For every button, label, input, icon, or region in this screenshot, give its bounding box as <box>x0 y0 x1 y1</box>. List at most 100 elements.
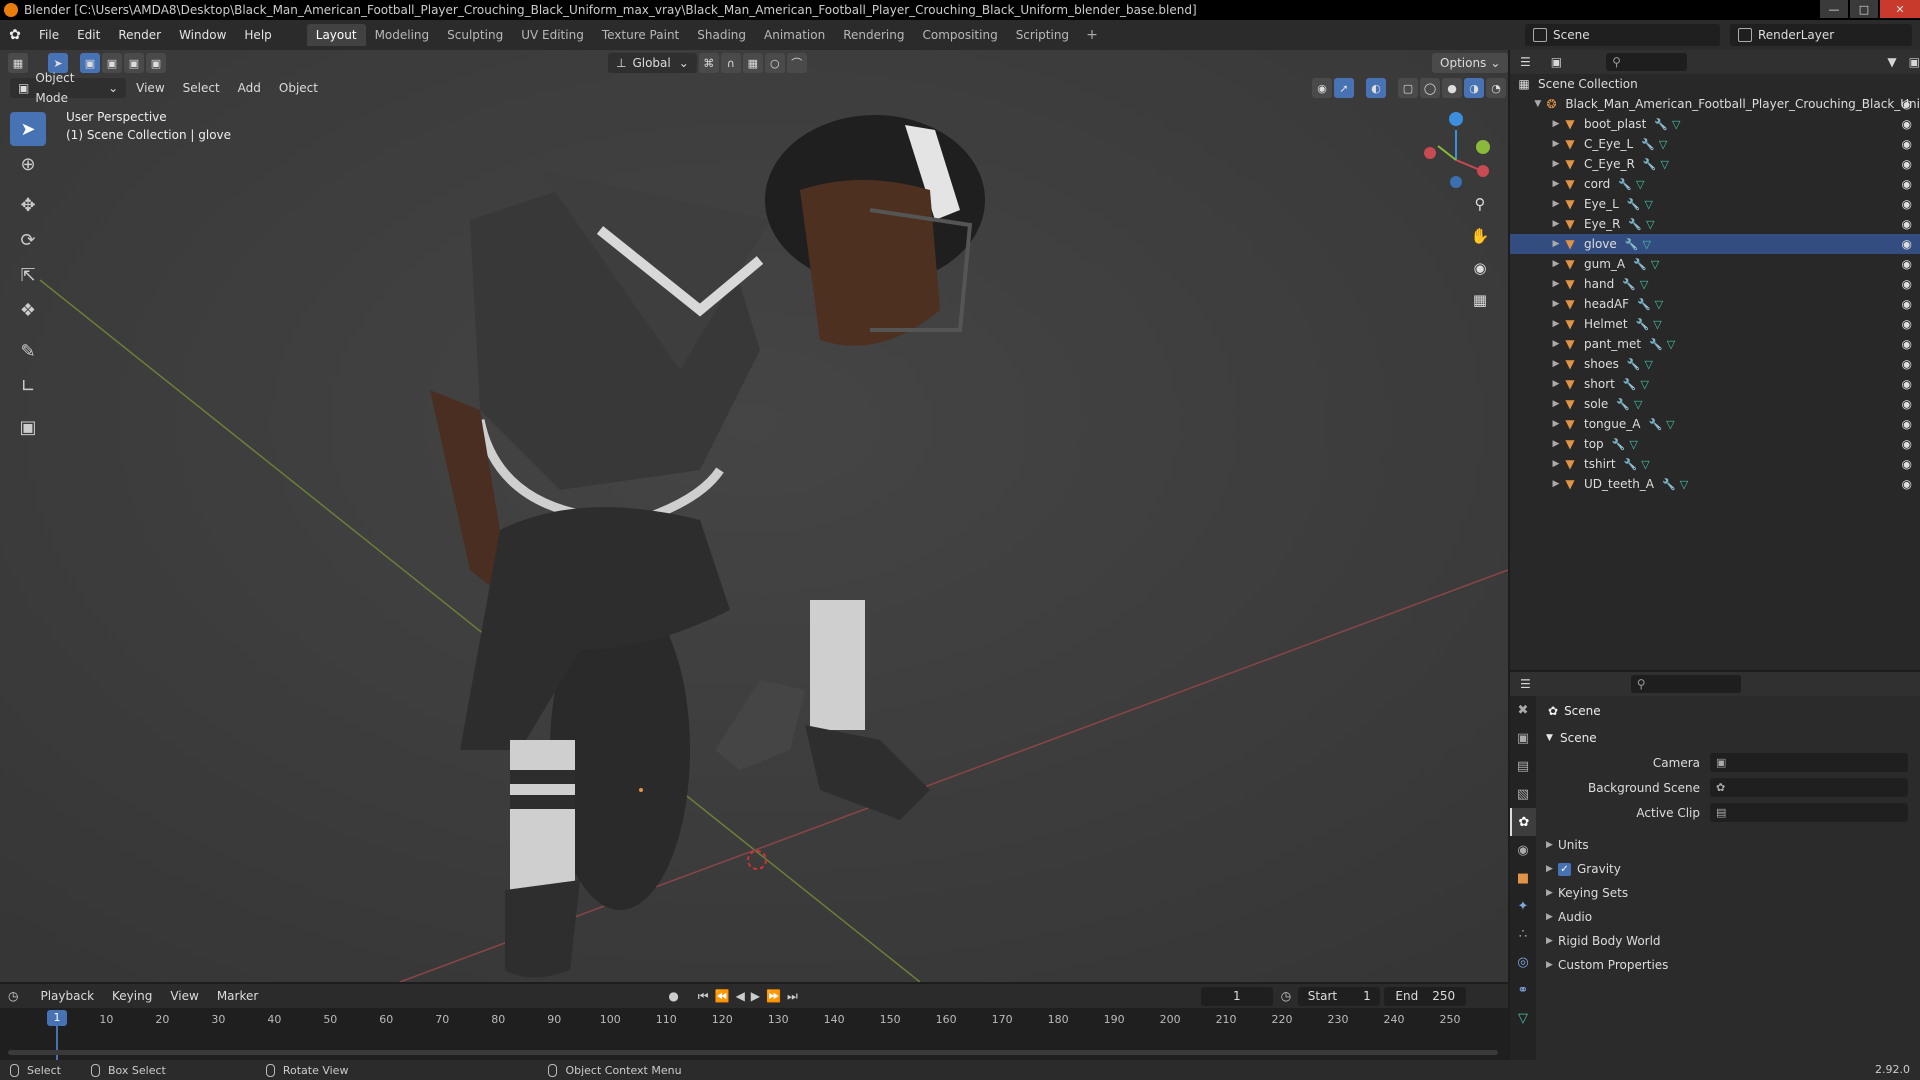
select-box-extend-icon[interactable]: ▣ <box>102 53 122 73</box>
annotate-tool-icon[interactable]: ✎ <box>10 334 46 368</box>
transform-orientation-dropdown[interactable]: ⊥ Global ⌄ <box>608 53 697 73</box>
tab-rendering[interactable]: Rendering <box>834 24 913 46</box>
auto-keying-icon[interactable]: ● <box>668 989 678 1003</box>
wrench-icon[interactable]: 🔧 <box>1623 378 1637 391</box>
view-layer-tab-icon[interactable]: ▧ <box>1510 780 1536 808</box>
world-tab-icon[interactable]: ◉ <box>1510 836 1536 864</box>
menu-edit[interactable]: Edit <box>68 20 109 50</box>
select-box-invert-icon[interactable]: ▣ <box>146 53 166 73</box>
scene-tab-icon[interactable]: ✿ <box>1510 808 1536 836</box>
wrench-icon[interactable]: 🔧 <box>1627 198 1641 211</box>
mesh-data-icon[interactable]: ▽ <box>1680 478 1688 491</box>
expand-arrow-icon[interactable]: ▶ <box>1550 279 1562 289</box>
scale-tool-icon[interactable]: ⇱ <box>10 258 46 292</box>
move-tool-icon[interactable]: ✥ <box>10 188 46 222</box>
measure-tool-icon[interactable]: ∟ <box>10 369 46 403</box>
falloff-icon[interactable]: ⌒ <box>786 53 807 73</box>
end-frame-field[interactable]: End 250 <box>1384 986 1467 1006</box>
menu-window[interactable]: Window <box>170 20 235 50</box>
expand-arrow-icon[interactable]: ▶ <box>1550 139 1562 149</box>
menu-object[interactable]: Object <box>271 78 326 98</box>
outliner-item[interactable]: ▶ ▼ tshirt 🔧 ▽ ◉ <box>1510 454 1920 474</box>
wrench-icon[interactable]: 🔧 <box>1648 418 1662 431</box>
wrench-icon[interactable]: 🔧 <box>1618 178 1632 191</box>
eye-icon[interactable]: ◉ <box>1902 97 1912 111</box>
expand-arrow-icon[interactable]: ▶ <box>1550 479 1562 489</box>
outliner-item[interactable]: ▶ ▼ UD_teeth_A 🔧 ▽ ◉ <box>1510 474 1920 494</box>
data-tab-icon[interactable]: ▽ <box>1510 1004 1536 1032</box>
tab-shading[interactable]: Shading <box>688 24 755 46</box>
output-tab-icon[interactable]: ▤ <box>1510 752 1536 780</box>
wireframe-shading-icon[interactable]: ◯ <box>1420 78 1440 98</box>
expand-arrow-icon[interactable]: ▶ <box>1550 339 1562 349</box>
select-box-subtract-icon[interactable]: ▣ <box>124 53 144 73</box>
overlay-toggle-icon[interactable]: ◐ <box>1366 78 1386 98</box>
properties-editor-icon[interactable]: ☰ <box>1520 677 1531 691</box>
menu-select[interactable]: Select <box>175 78 228 98</box>
minimize-button[interactable]: — <box>1820 0 1848 18</box>
expand-arrow-icon[interactable]: ▼ <box>1532 99 1544 109</box>
expand-arrow-icon[interactable]: ▶ <box>1550 179 1562 189</box>
mode-dropdown[interactable]: ▣ Object Mode ⌄ <box>10 71 127 105</box>
mesh-data-icon[interactable]: ▽ <box>1634 398 1642 411</box>
wrench-icon[interactable]: 🔧 <box>1641 138 1655 151</box>
eye-icon[interactable]: ◉ <box>1902 457 1912 471</box>
eye-icon[interactable]: ◉ <box>1902 197 1912 211</box>
filter-icon[interactable]: ▼ <box>1887 55 1896 69</box>
menu-file[interactable]: File <box>30 20 68 50</box>
physics-tab-icon[interactable]: ◎ <box>1510 948 1536 976</box>
outliner-item[interactable]: ▶ ▼ headAF 🔧 ▽ ◉ <box>1510 294 1920 314</box>
rendered-shading-icon[interactable]: ◔ <box>1486 78 1506 98</box>
eye-icon[interactable]: ◉ <box>1902 357 1912 371</box>
menu-marker[interactable]: Marker <box>209 986 266 1006</box>
expand-arrow-icon[interactable]: ▶ <box>1550 119 1562 129</box>
outliner-item[interactable]: ▶ ▼ C_Eye_L 🔧 ▽ ◉ <box>1510 134 1920 154</box>
scene-selector[interactable]: Scene <box>1525 24 1720 46</box>
active-clip-field[interactable]: ▤ <box>1710 803 1908 822</box>
mesh-data-icon[interactable]: ▽ <box>1672 118 1680 131</box>
menu-timeline-view[interactable]: View <box>162 986 206 1006</box>
add-workspace-button[interactable]: + <box>1078 27 1106 43</box>
wrench-icon[interactable]: 🔧 <box>1633 258 1647 271</box>
outliner-item[interactable]: ▶ ▼ boot_plast 🔧 ▽ ◉ <box>1510 114 1920 134</box>
outliner-item[interactable]: ▶ ▼ Eye_R 🔧 ▽ ◉ <box>1510 214 1920 234</box>
zoom-icon[interactable]: ⚲ <box>1466 190 1494 218</box>
pivot-point-icon[interactable]: ⌘ <box>698 53 719 73</box>
3d-viewport[interactable]: ▦ ➤ ▣ ▣ ▣ ▣ ⊥ Global ⌄ ⌘ ∩ ▦ ○ ⌒ Options… <box>0 50 1508 982</box>
pan-hand-icon[interactable]: ✋ <box>1466 222 1494 250</box>
outliner-item[interactable]: ▶ ▼ cord 🔧 ▽ ◉ <box>1510 174 1920 194</box>
wrench-icon[interactable]: 🔧 <box>1637 298 1651 311</box>
expand-arrow-icon[interactable]: ▶ <box>1550 199 1562 209</box>
render-tab-icon[interactable]: ▣ <box>1510 724 1536 752</box>
camera-field[interactable]: ▣ <box>1710 753 1908 772</box>
menu-playback[interactable]: Playback <box>32 986 102 1006</box>
solid-shading-icon[interactable]: ● <box>1442 78 1462 98</box>
new-collection-icon[interactable]: ▣ <box>1909 55 1920 69</box>
tab-sculpting[interactable]: Sculpting <box>438 24 512 46</box>
prev-keyframe-icon[interactable]: ⏪ <box>715 989 730 1003</box>
scene-panel-header[interactable]: ▼ Scene <box>1540 726 1918 750</box>
eye-icon[interactable]: ◉ <box>1902 157 1912 171</box>
next-keyframe-icon[interactable]: ⏩ <box>766 989 781 1003</box>
select-box-tool-icon[interactable]: ➤ <box>10 112 46 146</box>
wrench-icon[interactable]: 🔧 <box>1654 118 1668 131</box>
mesh-data-icon[interactable]: ▽ <box>1667 338 1675 351</box>
outliner-item[interactable]: ▶ ▼ gum_A 🔧 ▽ ◉ <box>1510 254 1920 274</box>
eye-icon[interactable]: ◉ <box>1902 297 1912 311</box>
expand-arrow-icon[interactable]: ▶ <box>1550 299 1562 309</box>
eye-icon[interactable]: ◉ <box>1902 277 1912 291</box>
mesh-data-icon[interactable]: ▽ <box>1629 438 1637 451</box>
tab-layout[interactable]: Layout <box>306 24 366 46</box>
outliner-item[interactable]: ▶ ▼ sole 🔧 ▽ ◉ <box>1510 394 1920 414</box>
eye-icon[interactable]: ◉ <box>1902 477 1912 491</box>
timeline-ruler[interactable]: 1 10 20 30 40 50 60 70 80 90 100 110 120 130 140 150 16… <box>0 1008 1508 1060</box>
jump-start-icon[interactable]: ⏮ <box>698 989 709 1004</box>
wrench-icon[interactable]: 🔧 <box>1624 458 1638 471</box>
close-button[interactable]: ✕ <box>1880 0 1920 18</box>
wrench-icon[interactable]: 🔧 <box>1662 478 1676 491</box>
outliner-item[interactable]: ▶ ▼ short 🔧 ▽ ◉ <box>1510 374 1920 394</box>
particles-tab-icon[interactable]: ∴ <box>1510 920 1536 948</box>
eye-icon[interactable]: ◉ <box>1902 417 1912 431</box>
tab-texture-paint[interactable]: Texture Paint <box>593 24 688 46</box>
gizmo-toggle-icon[interactable]: ➚ <box>1334 78 1354 98</box>
